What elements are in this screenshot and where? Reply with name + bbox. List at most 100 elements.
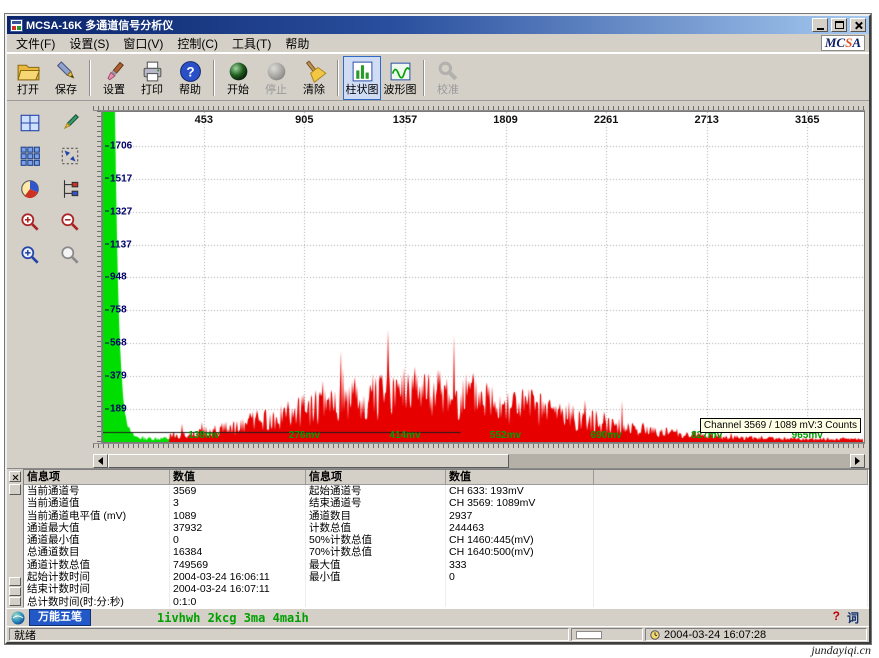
toolbar-waveform-button[interactable]: 波形图 [381, 56, 419, 100]
ime-right-controls: ? 词 [833, 609, 865, 626]
zoom-reset-tool-button[interactable] [56, 241, 84, 269]
menu-item-control[interactable]: 控制(C) [170, 33, 225, 54]
status-indicator-pane [571, 628, 643, 641]
table-row: 通道最小值050%计数总值CH 1460:445(mV) [24, 534, 868, 546]
grid-tool-button[interactable] [16, 142, 44, 170]
toolbar-help-button[interactable]: ? 帮助 [171, 56, 209, 100]
toolbar-start-label: 开始 [227, 85, 249, 96]
y-axis-label: 379 [105, 371, 127, 382]
toolbar-open-button[interactable]: 打开 [9, 56, 47, 100]
filler-cell [594, 559, 868, 571]
scrollbar-track[interactable] [509, 454, 850, 468]
label-cell: 总通道数目 [24, 546, 170, 558]
value-cell: CH 1640:500(mV) [446, 546, 594, 558]
value-cell: 3569 [170, 485, 306, 497]
ime-name-badge[interactable]: 万能五笔 [29, 609, 91, 626]
printer-icon [140, 59, 165, 84]
header-info-item-2: 信息项 [306, 470, 446, 485]
toolbar-waveform-label: 波形图 [384, 85, 417, 96]
tile-tool-button[interactable] [16, 109, 44, 137]
close-button[interactable] [850, 18, 866, 32]
toolbar-separator [337, 60, 339, 96]
x-axis-mv-label: 138mv [188, 430, 219, 441]
header-info-item-1: 信息项 [24, 470, 170, 485]
y-axis-label: 758 [105, 305, 127, 316]
menu-item-settings[interactable]: 设置(S) [62, 33, 116, 54]
menu-item-help[interactable]: 帮助 [278, 33, 316, 54]
table-row: 通道最大值37932计数总值244463 [24, 522, 868, 534]
scrollbar-thumb[interactable] [108, 454, 509, 468]
filler-cell [594, 583, 868, 595]
filler-cell [594, 522, 868, 534]
scroll-left-button[interactable] [93, 454, 108, 468]
plot-area[interactable]: 453138mv905276mv1357414mv1809552mv226169… [102, 111, 865, 443]
tool-palette [7, 101, 93, 468]
table-row: 起始计数时间2004-03-24 16:06:11最小值0 [24, 571, 868, 583]
label-cell: 通道数目 [306, 510, 446, 522]
scroll-right-button[interactable] [850, 454, 865, 468]
header-filler [594, 470, 868, 485]
select-region-tool-button[interactable] [56, 142, 84, 170]
dock-button-2[interactable] [9, 587, 21, 596]
zoom-out-tool-button[interactable] [56, 208, 84, 236]
menu-item-tools[interactable]: 工具(T) [225, 33, 278, 54]
ime-help-button[interactable]: ? [833, 609, 840, 626]
histogram-canvas[interactable] [103, 112, 864, 442]
zoom-reset-icon [59, 244, 81, 266]
ime-word-mode-button[interactable]: 词 [847, 609, 859, 626]
x-axis-mv-label: 690mv [591, 430, 622, 441]
label-cell: 当前通道电平值 (mV) [24, 510, 170, 522]
toolbar-save-button[interactable]: 保存 [47, 56, 85, 100]
info-panel-strip [7, 469, 23, 608]
app-window: MCSA-16K 多通道信号分析仪 文件(F)设置(S)窗口(V)控制(C)工具… [5, 14, 871, 644]
info-panel-close-button[interactable] [9, 471, 21, 482]
filler-cell [594, 534, 868, 546]
value-cell: 0 [170, 534, 306, 546]
label-cell: 总计数时间(时:分:秒) [24, 596, 170, 608]
status-ready-pane: 就绪 [9, 628, 569, 641]
zoom-in-tool-button[interactable] [16, 208, 44, 236]
toolbar-print-button[interactable]: 打印 [133, 56, 171, 100]
toolbar-stop-button[interactable]: 停止 [257, 56, 295, 100]
x-axis-channel-label: 2713 [694, 114, 718, 126]
stop-ball-icon [264, 59, 289, 84]
value-cell: 1089 [170, 510, 306, 522]
menu-bar: 文件(F)设置(S)窗口(V)控制(C)工具(T)帮助 MCSA [7, 34, 869, 53]
toolbar-histogram-label: 柱状图 [346, 85, 379, 96]
value-cell: 0 [446, 571, 594, 583]
toolbar-calibrate-button[interactable]: 校准 [429, 56, 467, 100]
value-cell: 0:1:0 [170, 596, 306, 608]
zoom-out-icon [59, 211, 81, 233]
minimize-button[interactable] [812, 18, 828, 32]
label-cell: 起始通道号 [306, 485, 446, 497]
title-bar: MCSA-16K 多通道信号分析仪 [7, 16, 869, 34]
select-region-icon [59, 145, 81, 167]
color-wheel-tool-button[interactable] [16, 175, 44, 203]
toolbar-start-button[interactable]: 开始 [219, 56, 257, 100]
table-row: 总通道数目1638470%计数总值CH 1640:500(mV) [24, 546, 868, 558]
arrow-left-icon [94, 457, 103, 465]
svg-text:?: ? [186, 65, 194, 80]
info-panel-pin-button[interactable] [9, 484, 21, 495]
grid-icon [19, 145, 41, 167]
filler-cell [594, 485, 868, 497]
brand-suffix: A [852, 35, 861, 51]
tree-tool-button[interactable] [56, 175, 84, 203]
toolbar-histogram-button[interactable]: 柱状图 [343, 56, 381, 100]
edit-tool-button[interactable] [56, 109, 84, 137]
y-axis-label: 189 [105, 404, 127, 415]
menu-item-window[interactable]: 窗口(V) [116, 33, 170, 54]
table-row: 通道计数总值749569最大值333 [24, 559, 868, 571]
dock-button-3[interactable] [9, 597, 21, 606]
menu-bar-items: 文件(F)设置(S)窗口(V)控制(C)工具(T)帮助 [9, 33, 316, 54]
zoom-window-tool-button[interactable] [16, 241, 44, 269]
label-cell: 最大值 [306, 559, 446, 571]
maximize-button[interactable] [831, 18, 847, 32]
x-axis-channel-label: 1357 [393, 114, 417, 126]
menu-item-file[interactable]: 文件(F) [9, 33, 62, 54]
toolbar-setup-button[interactable]: 设置 [95, 56, 133, 100]
toolbar-clear-button[interactable]: 清除 [295, 56, 333, 100]
y-axis-label: 1137 [105, 239, 132, 250]
ime-candidates[interactable]: 1ivhwh 2kcg 3ma 4maih [157, 611, 309, 625]
dock-button-1[interactable] [9, 577, 21, 586]
